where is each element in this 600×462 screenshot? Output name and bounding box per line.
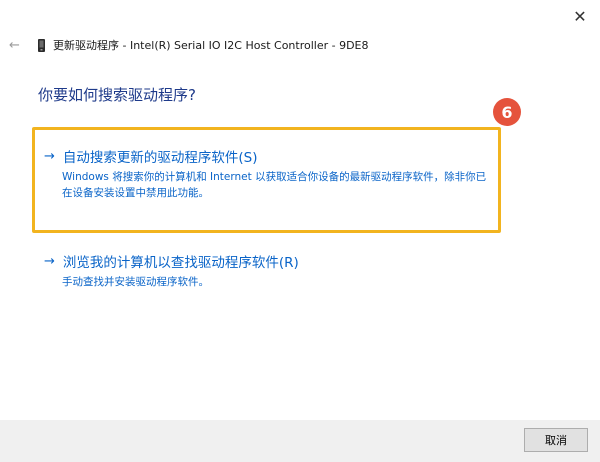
page-heading: 你要如何搜索驱动程序? bbox=[38, 86, 196, 104]
step-badge: 6 bbox=[493, 98, 521, 126]
update-driver-dialog: ✕ ← 更新驱动程序 - Intel(R) Serial IO I2C Host… bbox=[0, 0, 600, 462]
option-browse-computer-title[interactable]: 浏览我的计算机以查找驱动程序软件(R) bbox=[63, 251, 299, 271]
dialog-title-row: 更新驱动程序 - Intel(R) Serial IO I2C Host Con… bbox=[38, 36, 369, 54]
close-button[interactable]: ✕ bbox=[568, 4, 592, 28]
arrow-right-icon: → bbox=[44, 148, 55, 164]
option-auto-search-header: → 自动搜索更新的驱动程序软件(S) bbox=[44, 146, 494, 167]
option-browse-computer[interactable]: → 浏览我的计算机以查找驱动程序软件(R) 手动查找并安装驱动程序软件。 bbox=[44, 251, 494, 290]
back-arrow-icon: ← bbox=[9, 37, 20, 53]
arrow-right-icon: → bbox=[44, 253, 55, 269]
option-auto-search-title[interactable]: 自动搜索更新的驱动程序软件(S) bbox=[63, 146, 258, 166]
option-auto-search-description: Windows 将搜索你的计算机和 Internet 以获取适合你设备的最新驱动… bbox=[62, 171, 487, 199]
back-button[interactable]: ← bbox=[9, 36, 25, 54]
dialog-title: 更新驱动程序 - Intel(R) Serial IO I2C Host Con… bbox=[53, 39, 369, 52]
option-browse-computer-header: → 浏览我的计算机以查找驱动程序软件(R) bbox=[44, 251, 494, 272]
option-auto-search[interactable]: → 自动搜索更新的驱动程序软件(S) Windows 将搜索你的计算机和 Int… bbox=[44, 146, 494, 201]
cancel-button[interactable]: 取消 bbox=[524, 428, 588, 452]
close-icon: ✕ bbox=[573, 6, 587, 26]
device-icon bbox=[38, 38, 45, 52]
option-browse-computer-description: 手动查找并安装驱动程序软件。 bbox=[62, 276, 209, 288]
dialog-footer: 取消 bbox=[0, 420, 600, 462]
